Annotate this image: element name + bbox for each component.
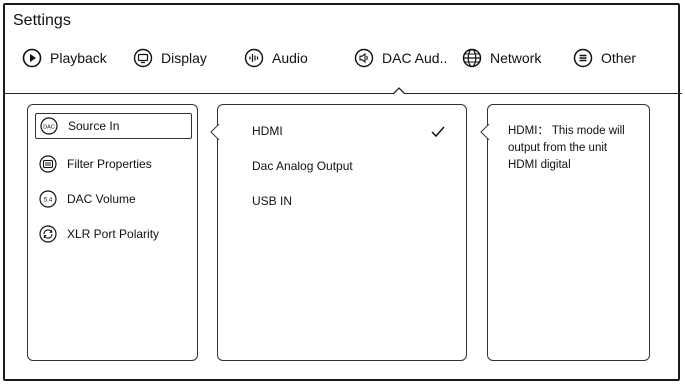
- filter-icon: [39, 155, 57, 173]
- active-tab-caret: [393, 87, 405, 94]
- panel-pointer: [210, 124, 220, 140]
- volume-level-icon: 5.4: [39, 190, 57, 208]
- monitor-icon: [133, 48, 153, 68]
- option-dac-analog-output[interactable]: Dac Analog Output: [252, 159, 452, 173]
- tab-other[interactable]: Other: [573, 45, 636, 71]
- description-panel: HDMI： This mode will output from the uni…: [480, 104, 650, 361]
- tab-label: Display: [161, 50, 207, 66]
- option-label: USB IN: [252, 194, 293, 208]
- page-title: Settings: [13, 12, 71, 29]
- tab-label: DAC Aud..: [382, 50, 448, 66]
- svg-text:5.4: 5.4: [44, 198, 53, 204]
- waveform-icon: [244, 48, 264, 68]
- header-divider: [3, 93, 682, 94]
- menu-item-dac-volume[interactable]: 5.4 DAC Volume: [35, 186, 192, 212]
- polarity-icon: [39, 225, 57, 243]
- menu-lines-icon: [573, 48, 593, 68]
- menu-item-xlr-port-polarity[interactable]: XLR Port Polarity: [35, 221, 192, 247]
- option-label: Dac Analog Output: [252, 159, 353, 173]
- tab-playback[interactable]: Playback: [22, 45, 107, 71]
- tab-bar: Playback Display Audio DAC Aud.. Network…: [0, 45, 685, 71]
- option-usb-in[interactable]: USB IN: [252, 194, 452, 208]
- menu-item-filter-properties[interactable]: Filter Properties: [35, 151, 192, 177]
- checkmark-icon: [431, 126, 445, 138]
- tab-label: Playback: [50, 50, 107, 66]
- menu-item-label: DAC Volume: [67, 192, 136, 206]
- speaker-icon: [354, 48, 374, 68]
- tab-display[interactable]: Display: [133, 45, 207, 71]
- tab-network[interactable]: Network: [462, 45, 541, 71]
- globe-icon: [462, 48, 482, 68]
- source-options-panel: HDMI Dac Analog Output USB IN: [210, 104, 467, 361]
- menu-item-label: XLR Port Polarity: [67, 227, 160, 241]
- svg-text:DAC: DAC: [43, 124, 55, 130]
- tab-label: Other: [601, 50, 637, 66]
- option-hdmi[interactable]: HDMI: [252, 124, 452, 138]
- settings-menu: DAC Source In Filter Properties 5.4 DAC …: [27, 104, 198, 361]
- option-description: HDMI： This mode will output from the uni…: [508, 125, 625, 171]
- menu-item-source-in[interactable]: DAC Source In: [35, 113, 192, 139]
- option-label: HDMI: [252, 124, 283, 138]
- tab-label: Audio: [272, 50, 308, 66]
- panel-pointer: [480, 124, 490, 140]
- dac-icon: DAC: [40, 117, 58, 135]
- tab-label: Network: [490, 50, 542, 66]
- play-circle-icon: [22, 48, 42, 68]
- tab-audio[interactable]: Audio: [244, 45, 308, 71]
- tab-dac-audio[interactable]: DAC Aud..: [354, 45, 447, 71]
- menu-item-label: Filter Properties: [67, 157, 152, 171]
- menu-item-label: Source In: [68, 119, 120, 133]
